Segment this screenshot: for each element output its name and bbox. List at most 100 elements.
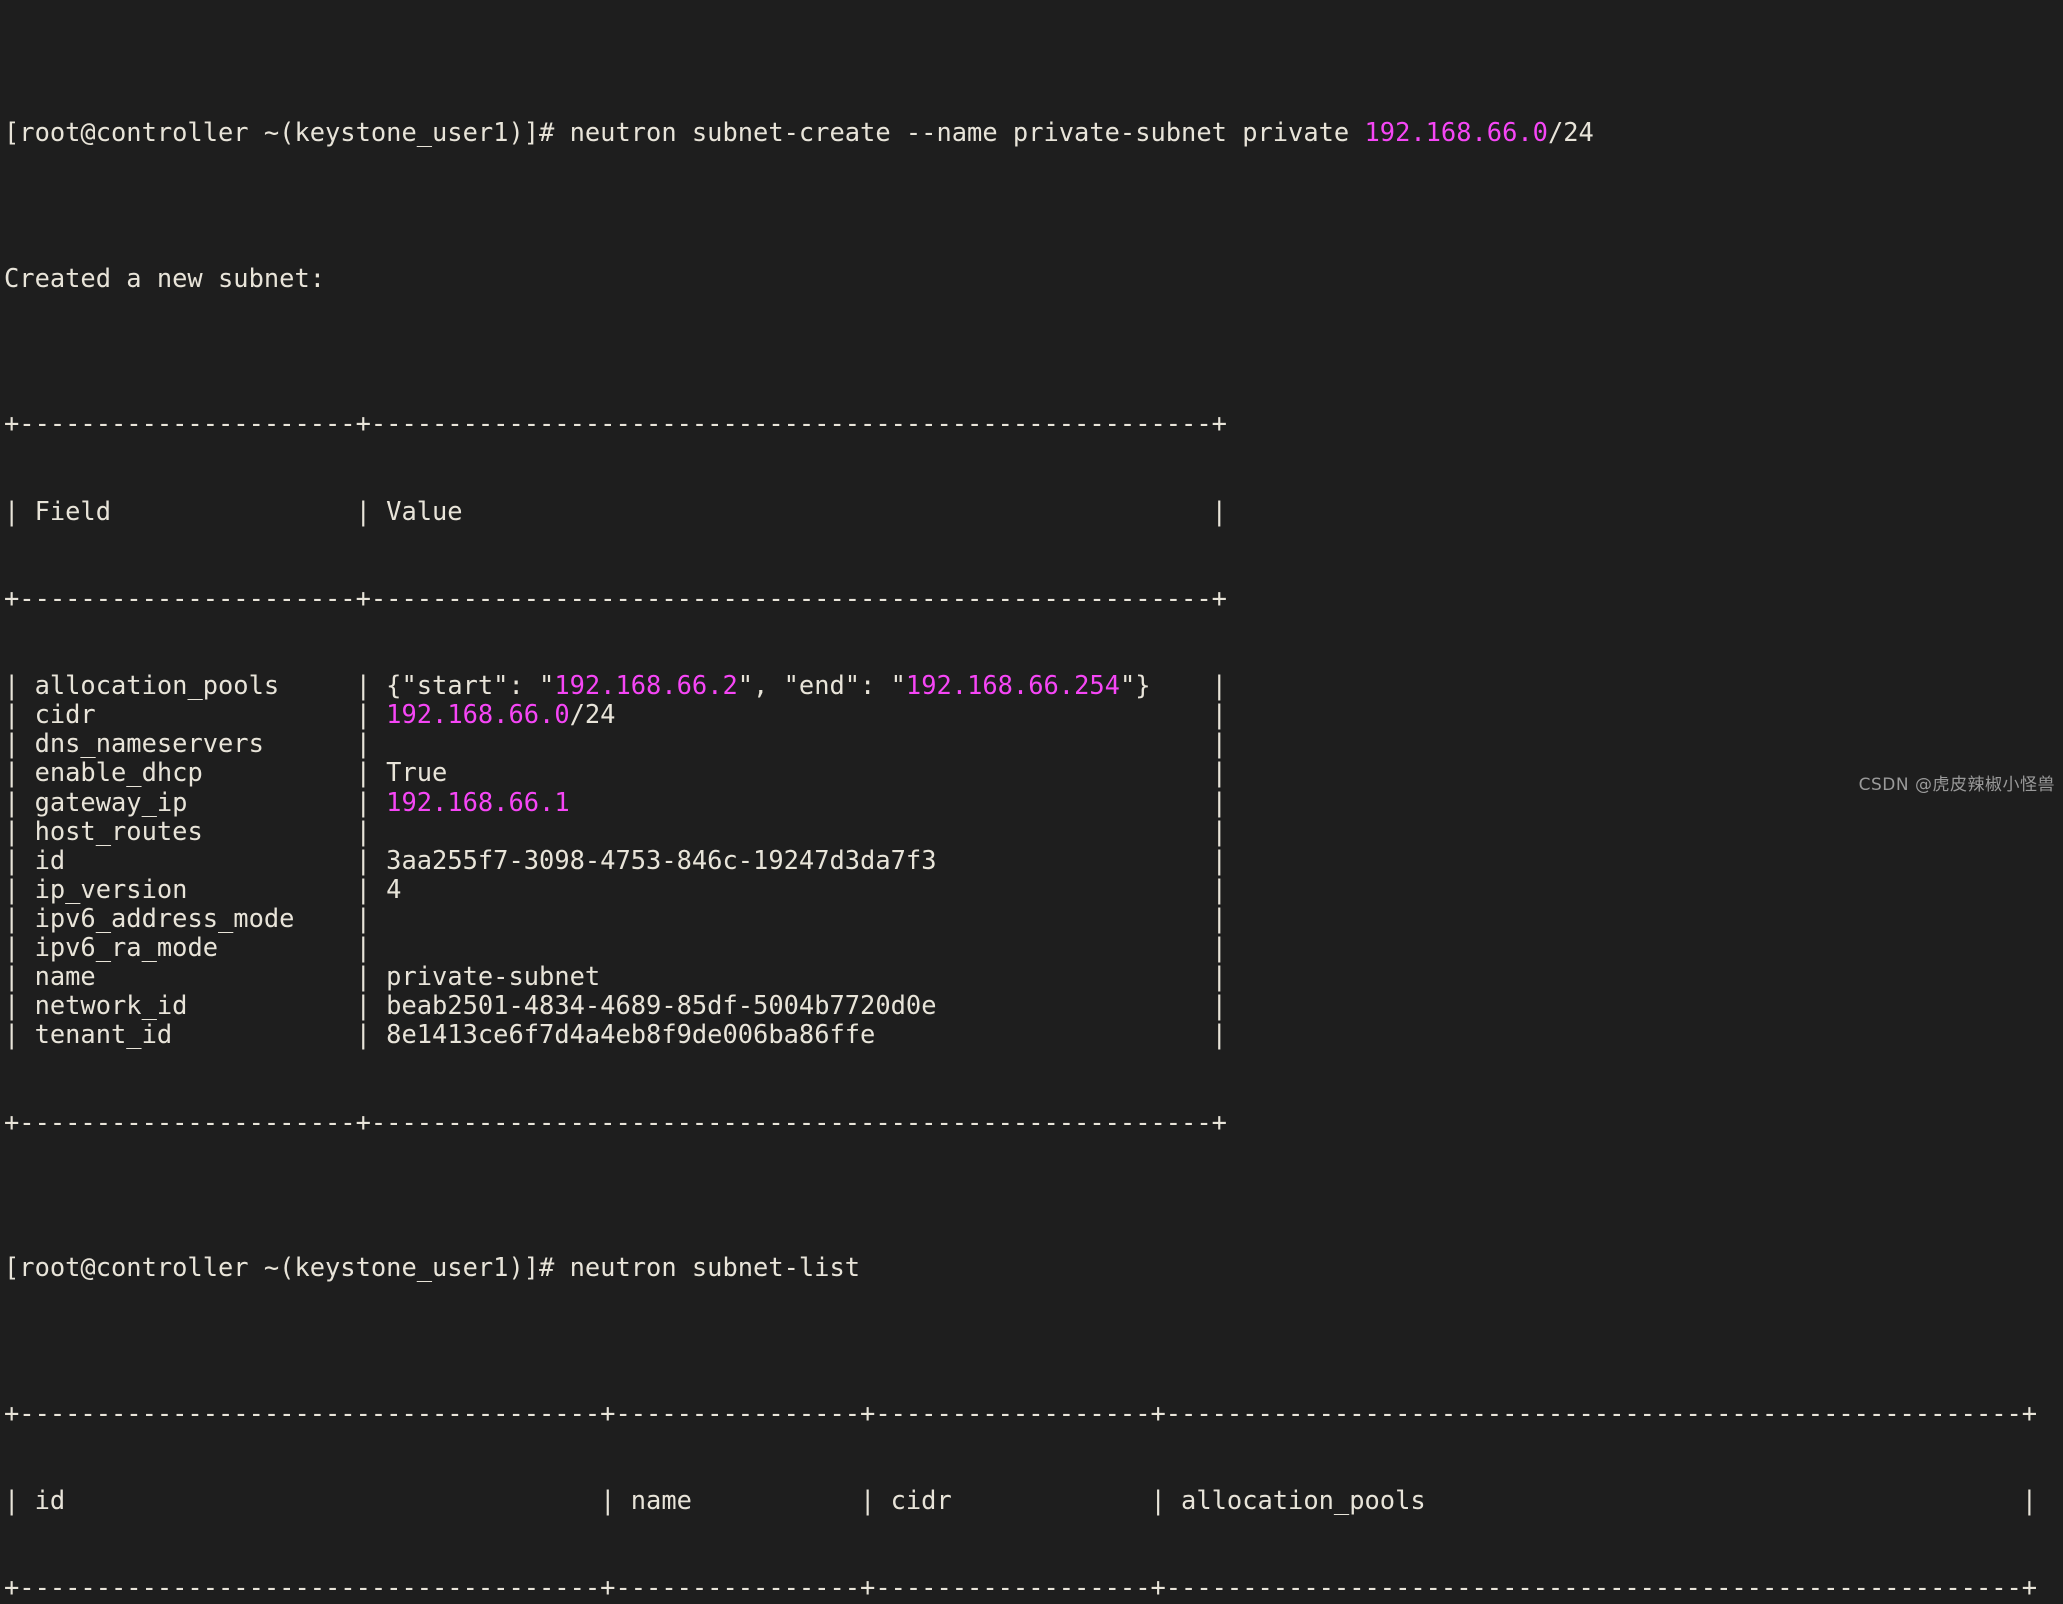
list-table-border-header: +--------------------------------------+… xyxy=(4,1572,2038,1603)
row-padding xyxy=(875,1019,1196,1049)
shell-prompt-1: [root@controller ~(keystone_user1)]# xyxy=(4,117,555,148)
row-padding xyxy=(936,990,1196,1020)
row-mid-border: | xyxy=(340,961,387,992)
create-table-body: | allocation_pools | {"start": "192.168.… xyxy=(4,671,2063,1049)
list-table-header-row: | id | name | cidr | allocation_pools | xyxy=(4,1484,2063,1515)
field-value-part: 192.168.66.2 xyxy=(554,670,738,701)
row-left-border: | xyxy=(4,699,35,730)
create-table-border-top: +----------------------+----------------… xyxy=(4,408,1227,439)
table-row: | dns_nameservers | | xyxy=(4,729,2063,758)
list-table-border-top: +--------------------------------------+… xyxy=(4,1397,2038,1428)
field-value-part: 4 xyxy=(386,873,402,904)
command-arg-ip-1: 192.168.66.0 xyxy=(1364,117,1548,148)
row-padding xyxy=(386,728,1196,758)
row-padding xyxy=(1151,670,1197,700)
command-text-2: neutron subnet-list xyxy=(554,1252,861,1283)
command-text-1: neutron subnet-create --name private-sub… xyxy=(554,117,1365,148)
command-arg-mask-1: /24 xyxy=(1547,117,1594,148)
field-value-part: 192.168.66.254 xyxy=(905,670,1120,701)
create-table-border-bottom: +----------------------+----------------… xyxy=(4,1106,1227,1137)
row-left-border: | xyxy=(4,961,35,992)
field-value-part: private-subnet xyxy=(386,961,601,992)
row-right-border: | xyxy=(1196,699,1227,730)
table-row: | enable_dhcp | True | xyxy=(4,758,2063,787)
row-left-border: | xyxy=(4,815,35,846)
table-row: | ipv6_address_mode | | xyxy=(4,902,2063,933)
row-padding xyxy=(386,903,1196,933)
row-right-border: | xyxy=(1196,815,1227,846)
row-padding xyxy=(401,874,1196,904)
field-name: ipv6_address_mode xyxy=(34,902,341,933)
row-mid-border: | xyxy=(340,844,387,875)
watermark-text: CSDN @虎皮辣椒小怪兽 xyxy=(1858,774,2055,795)
field-value-part: {"start": " xyxy=(386,670,555,701)
table-row: | name | private-subnet | xyxy=(4,962,2063,991)
field-name: tenant_id xyxy=(34,1019,341,1050)
terminal-window[interactable]: [root@controller ~(keystone_user1)]# neu… xyxy=(0,0,2063,1602)
row-right-border: | xyxy=(1196,844,1227,875)
field-value-part: 8e1413ce6f7d4a4eb8f9de006ba86ffe xyxy=(386,1019,876,1050)
table-row: | cidr | 192.168.66.0/24 | xyxy=(4,700,2063,729)
row-right-border: | xyxy=(1196,961,1227,992)
row-right-border: | xyxy=(1196,902,1227,933)
row-padding xyxy=(447,757,1196,787)
row-right-border: | xyxy=(1196,757,1227,788)
row-left-border: | xyxy=(4,844,35,875)
row-left-border: | xyxy=(4,757,35,788)
row-left-border: | xyxy=(4,932,35,962)
row-mid-border: | xyxy=(340,873,387,904)
row-mid-border: | xyxy=(340,1019,387,1050)
field-value-part: True xyxy=(386,757,448,788)
field-value-part: 3aa255f7-3098-4753-846c-19247d3da7f3 xyxy=(386,844,937,875)
list-header-cells: | id | name | cidr | allocation_pools | xyxy=(4,1484,2038,1515)
field-value-part: beab2501-4834-4689-85df-5004b7720d0e xyxy=(386,990,937,1021)
row-left-border: | xyxy=(4,990,35,1021)
table-row: | ipv6_ra_mode | | xyxy=(4,932,2063,962)
command-line-2: [root@controller ~(keystone_user1)]# neu… xyxy=(4,1252,2063,1283)
field-name: host_routes xyxy=(34,815,341,846)
field-value-part: 192.168.66.0 xyxy=(386,699,570,730)
field-name: cidr xyxy=(34,699,341,730)
row-right-border: | xyxy=(1196,873,1227,904)
row-right-border: | xyxy=(1196,728,1227,759)
row-right-border: | xyxy=(1196,1019,1227,1050)
row-mid-border: | xyxy=(340,902,387,933)
row-left-border: | xyxy=(4,728,35,759)
row-padding xyxy=(386,816,1196,846)
field-value-part: "} xyxy=(1119,670,1151,701)
row-right-border: | xyxy=(1196,670,1227,701)
field-name: ipv6_ra_mode xyxy=(34,932,341,962)
row-left-border: | xyxy=(4,873,35,904)
table-row: | network_id | beab2501-4834-4689-85df-5… xyxy=(4,991,2063,1020)
row-padding xyxy=(936,845,1196,875)
field-name: id xyxy=(34,844,341,875)
field-name: network_id xyxy=(34,990,341,1021)
row-padding xyxy=(386,932,1196,962)
row-padding xyxy=(600,961,1196,991)
table-row: | tenant_id | 8e1413ce6f7d4a4eb8f9de006b… xyxy=(4,1020,2063,1049)
table-row: | host_routes | | xyxy=(4,815,2063,846)
table-row: | id | 3aa255f7-3098-4753-846c-19247d3da… xyxy=(4,844,2063,875)
field-name: dns_nameservers xyxy=(34,728,341,759)
row-mid-border: | xyxy=(340,728,387,759)
row-mid-border: | xyxy=(340,932,387,962)
field-name: allocation_pools xyxy=(34,670,341,701)
row-left-border: | xyxy=(4,1019,35,1050)
row-left-border: | xyxy=(4,902,35,933)
field-name: ip_version xyxy=(34,873,341,904)
row-mid-border: | xyxy=(340,757,387,788)
table-row: | ip_version | 4 | xyxy=(4,873,2063,904)
status-message: Created a new subnet: xyxy=(4,262,326,293)
row-right-border: | xyxy=(1196,932,1227,962)
command-line-1: [root@controller ~(keystone_user1)]# neu… xyxy=(4,118,2063,147)
row-right-border: | xyxy=(1196,990,1227,1021)
row-left-border: | xyxy=(4,670,35,701)
table-row: | allocation_pools | {"start": "192.168.… xyxy=(4,671,2063,700)
shell-prompt-2: [root@controller ~(keystone_user1)]# xyxy=(4,1252,555,1283)
create-header-cells: | Field | Value | xyxy=(4,495,1227,526)
row-mid-border: | xyxy=(340,990,387,1021)
create-table-header-row: | Field | Value | xyxy=(4,495,2063,526)
field-value-part: ", "end": " xyxy=(737,670,906,701)
table-row: | gateway_ip | 192.168.66.1 | xyxy=(4,787,2063,817)
row-mid-border: | xyxy=(340,815,387,846)
